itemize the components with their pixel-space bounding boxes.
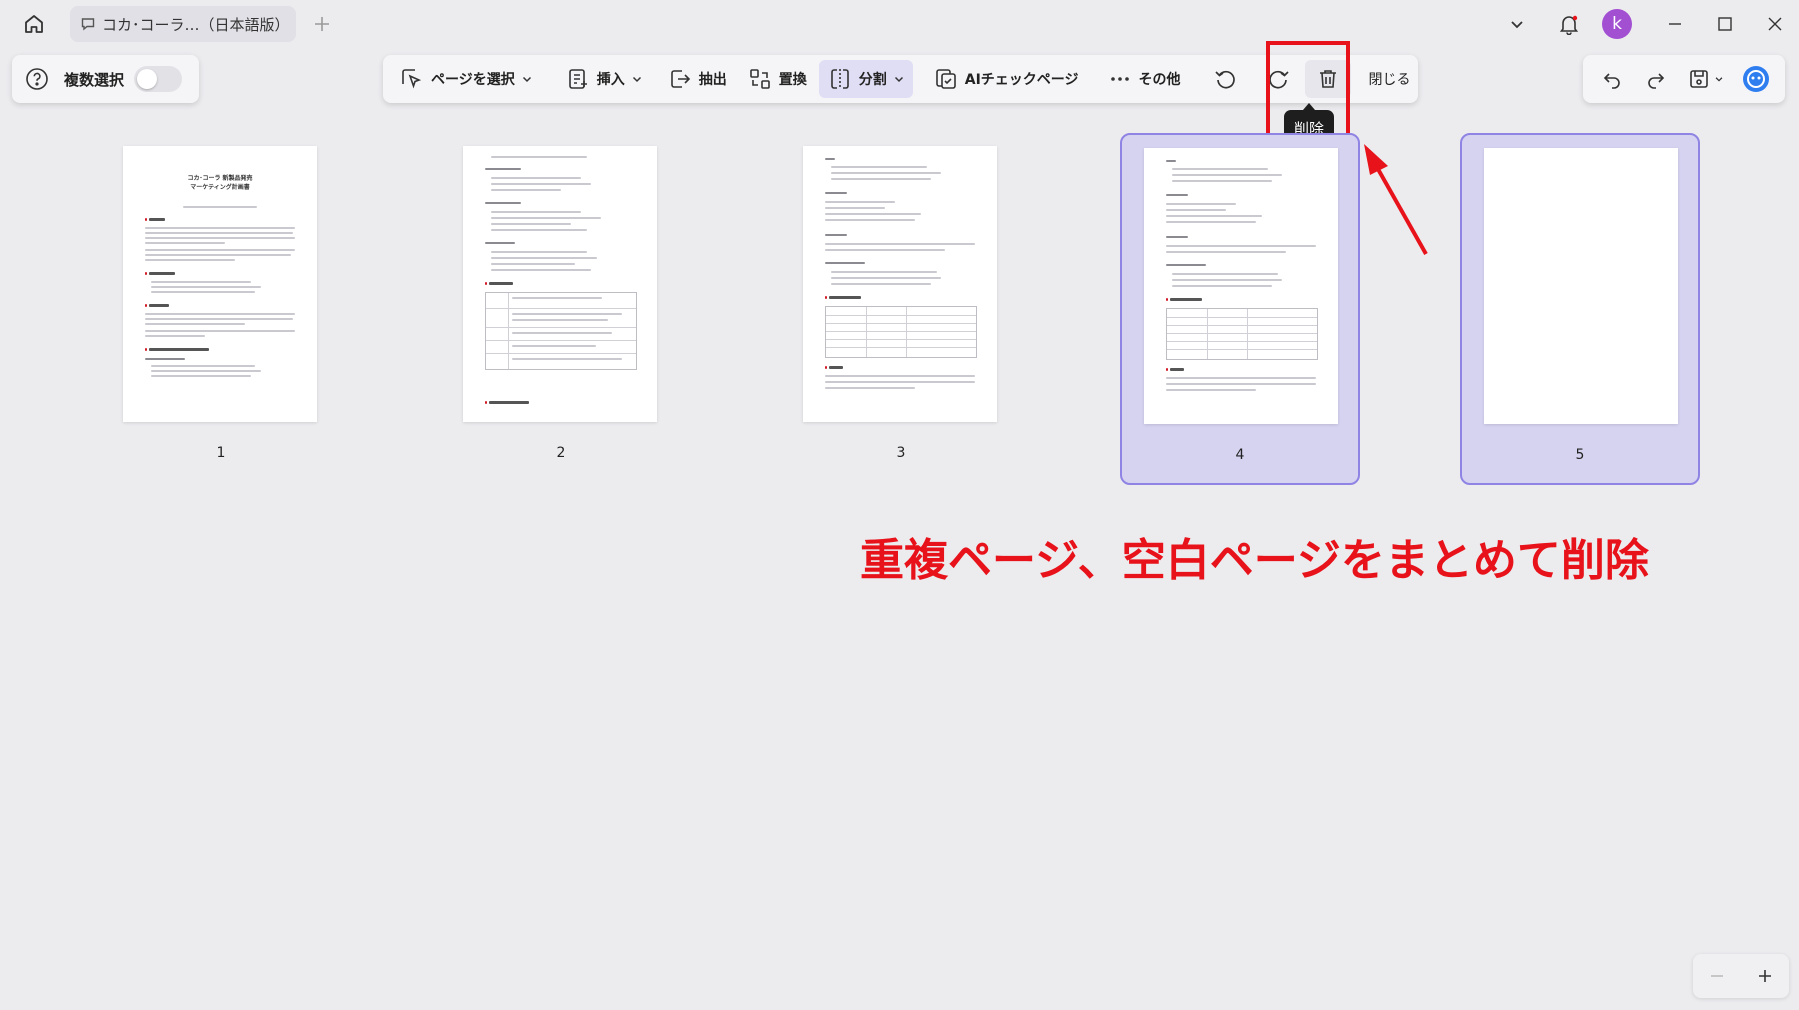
tab-title: コカ･コーラ…（日本語版） bbox=[102, 15, 290, 34]
replace-icon bbox=[747, 66, 773, 92]
page-number: 2 bbox=[556, 445, 566, 461]
page-title-line2: マーケティング計画書 bbox=[190, 184, 250, 191]
ai-check-icon bbox=[933, 66, 959, 92]
page-number: 5 bbox=[1575, 447, 1585, 463]
avatar[interactable]: k bbox=[1600, 8, 1634, 40]
page-preview[interactable] bbox=[463, 146, 657, 422]
page-thumbnail-1[interactable]: コカ･コーラ 新製品発売 マーケティング計画書 1 bbox=[101, 133, 341, 485]
chevron-down-icon[interactable] bbox=[1502, 8, 1532, 40]
insert-button[interactable]: 挿入 bbox=[557, 60, 651, 98]
more-dots-icon bbox=[1107, 66, 1133, 92]
trash-icon bbox=[1315, 66, 1341, 92]
ai-check-page-button[interactable]: AIチェックページ bbox=[925, 60, 1087, 98]
split-icon bbox=[827, 66, 853, 92]
selection-panel: 複数選択 bbox=[12, 55, 199, 103]
page-thumbnail-4[interactable]: 4 bbox=[1120, 133, 1360, 485]
page-title-line1: コカ･コーラ 新製品発売 bbox=[187, 175, 253, 182]
extract-icon bbox=[667, 66, 693, 92]
close-icon[interactable] bbox=[1760, 8, 1790, 40]
chevron-down-icon bbox=[631, 73, 643, 85]
insert-label: 挿入 bbox=[596, 72, 625, 88]
title-bar: コカ･コーラ…（日本語版） k bbox=[0, 0, 1799, 48]
page-preview[interactable]: コカ･コーラ 新製品発売 マーケティング計画書 bbox=[123, 146, 317, 422]
page-thumbnail-5[interactable]: 5 bbox=[1460, 133, 1700, 485]
ai-assistant-icon bbox=[1743, 66, 1769, 92]
chevron-down-icon bbox=[521, 73, 533, 85]
close-label: 閉じる bbox=[1368, 72, 1411, 88]
maximize-icon[interactable] bbox=[1710, 8, 1740, 40]
extract-button[interactable]: 抽出 bbox=[659, 60, 735, 98]
document-tab[interactable]: コカ･コーラ…（日本語版） bbox=[70, 6, 296, 42]
chevron-down-icon bbox=[893, 73, 905, 85]
undo-icon bbox=[1603, 73, 1620, 89]
page-thumbnail-3[interactable]: 3 bbox=[781, 133, 1021, 485]
ai-assistant-button[interactable] bbox=[1739, 62, 1773, 96]
zoom-in-button[interactable] bbox=[1750, 961, 1780, 991]
page-preview-blank[interactable] bbox=[1484, 148, 1678, 424]
replace-button[interactable]: 置換 bbox=[739, 60, 815, 98]
split-button[interactable]: 分割 bbox=[818, 60, 913, 98]
annotation-caption: 重複ページ、空白ページをまとめて削除 bbox=[860, 535, 1649, 586]
page-number: 4 bbox=[1235, 447, 1245, 463]
page-number: 3 bbox=[896, 445, 906, 461]
rotate-right-button[interactable] bbox=[1255, 60, 1301, 98]
close-button[interactable]: 閉じる bbox=[1361, 60, 1419, 98]
redo-button[interactable] bbox=[1639, 62, 1673, 96]
comment-icon bbox=[80, 15, 96, 33]
page-preview[interactable] bbox=[803, 146, 997, 422]
rotate-right-icon bbox=[1265, 66, 1291, 92]
home-icon[interactable] bbox=[18, 10, 50, 38]
minimize-icon[interactable] bbox=[1660, 8, 1690, 40]
minus-icon bbox=[1711, 975, 1723, 977]
plus-icon bbox=[1759, 970, 1771, 982]
redo-icon bbox=[1648, 73, 1665, 89]
select-page-label: ページを選択 bbox=[431, 72, 515, 88]
page-preview[interactable] bbox=[1144, 148, 1338, 424]
more-label: その他 bbox=[1138, 72, 1181, 88]
rotate-left-icon bbox=[1213, 66, 1239, 92]
insert-page-icon bbox=[565, 66, 591, 92]
multi-select-toggle[interactable] bbox=[134, 66, 183, 92]
history-panel bbox=[1583, 55, 1785, 103]
chevron-down-icon bbox=[1715, 77, 1723, 82]
replace-label: 置換 bbox=[778, 72, 807, 88]
more-button[interactable]: その他 bbox=[1099, 60, 1189, 98]
ai-check-label: AIチェックページ bbox=[964, 72, 1079, 88]
toggle-knob bbox=[137, 69, 158, 89]
new-tab-button[interactable] bbox=[308, 11, 336, 37]
page-toolbar: ページを選択 挿入 抽出 置換 分割 AIチェックページ その他 閉じる bbox=[383, 55, 1418, 103]
page-number: 1 bbox=[216, 445, 226, 461]
rotate-left-button[interactable] bbox=[1203, 60, 1249, 98]
extract-label: 抽出 bbox=[698, 72, 727, 88]
zoom-out-button[interactable] bbox=[1702, 961, 1732, 991]
multi-select-label: 複数選択 bbox=[64, 70, 125, 89]
save-button[interactable] bbox=[1683, 62, 1729, 96]
delete-button[interactable] bbox=[1304, 60, 1351, 98]
undo-button[interactable] bbox=[1595, 62, 1629, 96]
select-page-button[interactable]: ページを選択 bbox=[391, 60, 541, 98]
help-icon[interactable] bbox=[24, 66, 50, 92]
bell-icon[interactable] bbox=[1552, 8, 1586, 40]
save-icon bbox=[1690, 70, 1708, 88]
zoom-control bbox=[1693, 954, 1789, 998]
page-thumbnail-2[interactable]: 2 bbox=[441, 133, 681, 485]
split-label: 分割 bbox=[858, 72, 887, 88]
cursor-select-icon bbox=[399, 66, 425, 92]
